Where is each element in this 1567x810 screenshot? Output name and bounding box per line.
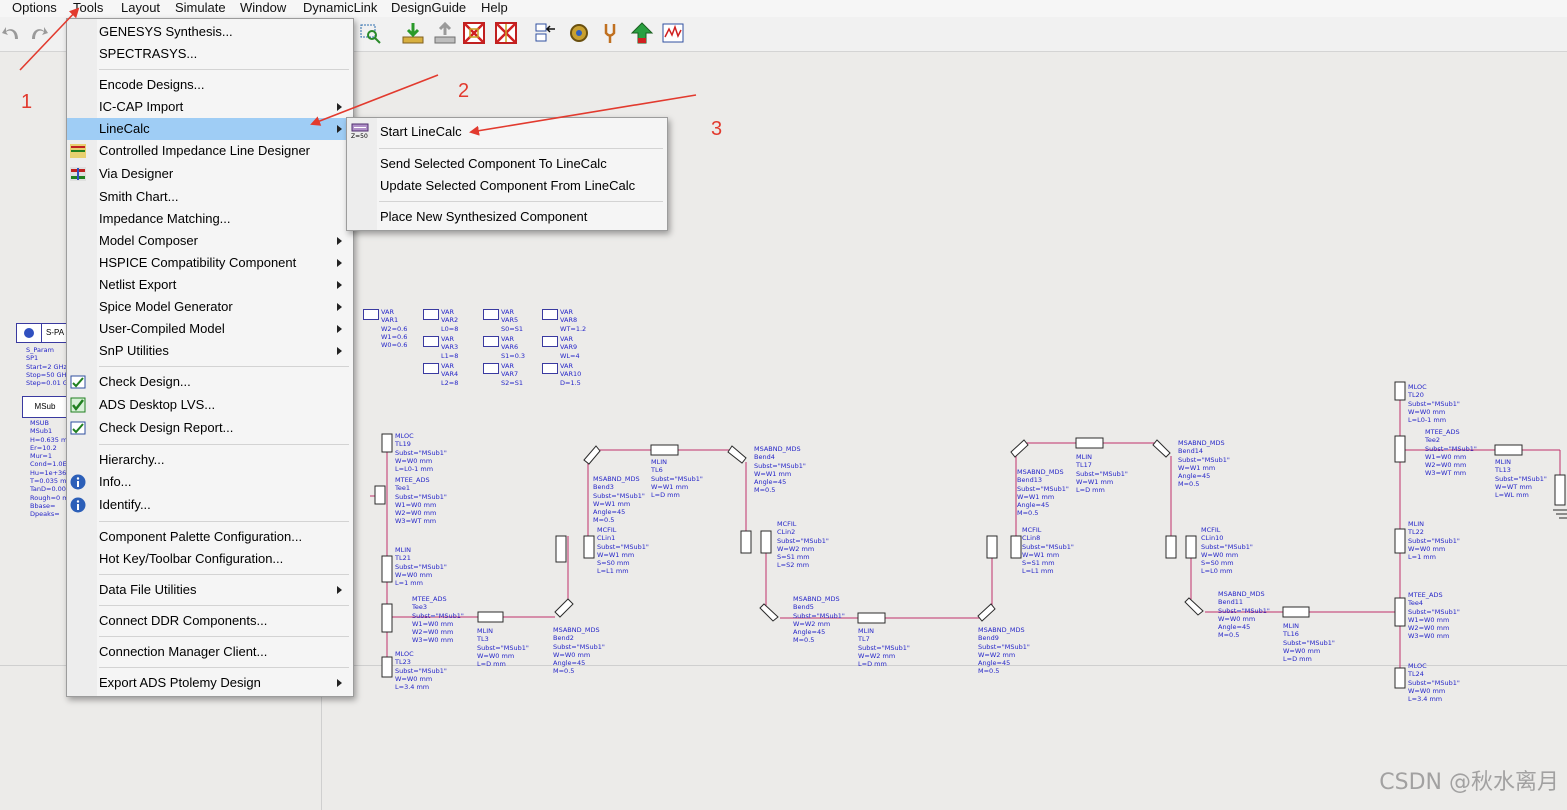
annotation-arrows <box>19 7 697 136</box>
annotation-arrow-3 <box>469 94 697 136</box>
annotation-number-2: 2 <box>458 80 470 102</box>
annotation-number-3: 3 <box>711 118 723 140</box>
watermark: CSDN @秋水离月 <box>1379 770 1559 795</box>
annotation-arrow-2 <box>310 74 439 126</box>
annotation-arrow-1 <box>19 7 80 71</box>
annotation-number-1: 1 <box>21 91 33 113</box>
